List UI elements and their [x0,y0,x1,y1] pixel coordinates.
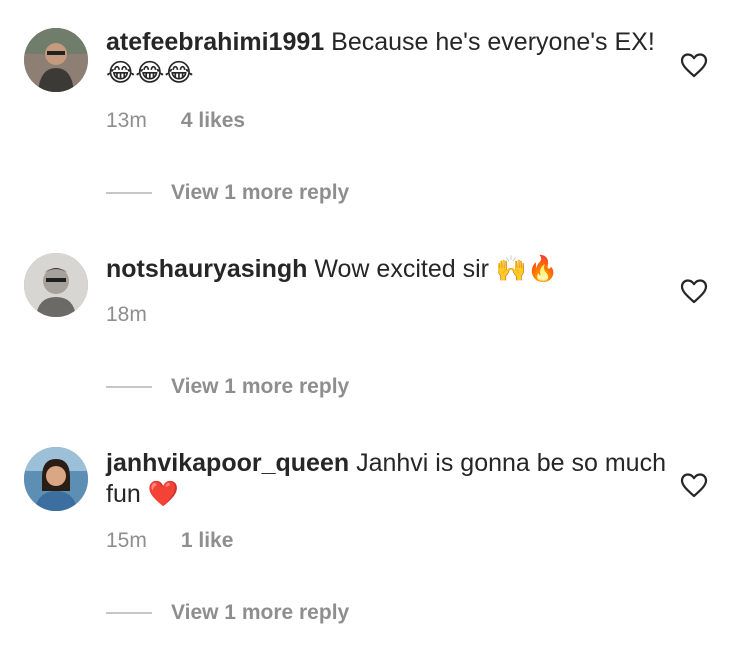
comment-username[interactable]: janhvikapoor_queen [106,449,349,477]
avatar[interactable] [24,447,88,511]
comment-meta: 15m 1 like [106,529,233,553]
reply-divider [106,612,152,614]
comment-time: 15m [106,529,147,552]
comment-likes[interactable]: 1 like [181,529,234,553]
comment-text: janhvikapoor_queen Janhvi is gonna be so… [106,448,666,510]
view-replies-button[interactable]: View 1 more reply [106,601,349,625]
comment-item: janhvikapoor_queen Janhvi is gonna be so… [0,0,750,645]
view-replies-label: View 1 more reply [171,601,350,624]
heart-outline-icon[interactable] [680,472,708,498]
red-heart-emoji-icon: ❤️ [147,480,179,508]
